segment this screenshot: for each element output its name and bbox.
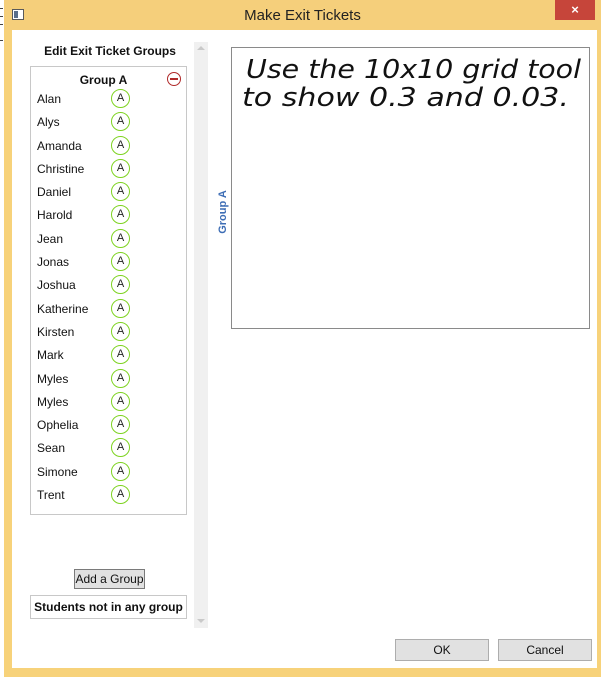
edge-tick — [0, 40, 3, 41]
student-name: Daniel — [37, 185, 72, 200]
student-row[interactable]: Amanda A — [37, 135, 177, 158]
student-row[interactable]: Myles A — [37, 391, 177, 414]
student-row[interactable]: Mark A — [37, 344, 177, 367]
student-row[interactable]: Harold A — [37, 204, 177, 227]
student-name: Amanda — [37, 138, 82, 153]
group-badge[interactable]: A — [111, 89, 130, 108]
group-badge[interactable]: A — [111, 368, 130, 388]
student-name: Myles — [37, 394, 69, 409]
student-name: Jonas — [37, 255, 70, 270]
group-badge[interactable]: A — [111, 112, 130, 132]
make-exit-tickets-window: Make Exit Tickets × Edit Exit Ticket Gro… — [4, 0, 601, 677]
student-name: Myles — [37, 371, 69, 386]
student-name: Sean — [37, 441, 66, 456]
edge-tick — [0, 8, 3, 9]
student-name: Christine — [37, 161, 85, 176]
student-name: Harold — [37, 208, 73, 223]
student-name: Katherine — [37, 301, 89, 316]
group-badge[interactable]: A — [111, 252, 130, 272]
remove-circle-icon[interactable] — [167, 72, 181, 86]
group-side-label-text: Group A — [217, 190, 229, 234]
student-name: Jean — [37, 231, 64, 246]
students-not-in-any-group[interactable]: Students not in any group — [30, 595, 187, 619]
group-badge[interactable]: A — [111, 135, 130, 155]
student-name: Kirsten — [37, 324, 75, 339]
student-row[interactable]: Kirsten A — [37, 321, 177, 344]
group-badge[interactable]: A — [111, 438, 130, 458]
group-badge[interactable]: A — [111, 275, 130, 295]
student-name: Trent — [37, 488, 65, 503]
panel-title: Edit Exit Ticket Groups — [44, 44, 176, 58]
student-row[interactable]: Joshua A — [37, 274, 177, 297]
student-row[interactable]: Sean A — [37, 437, 177, 460]
student-row[interactable]: Christine A — [37, 158, 177, 181]
student-name: Joshua — [37, 278, 76, 293]
student-row[interactable]: Trent A — [37, 484, 177, 507]
group-badge[interactable]: A — [111, 228, 130, 248]
group-badge[interactable]: A — [111, 391, 130, 411]
scroll-up-arrow-icon[interactable] — [197, 46, 205, 51]
student-name: Ophelia — [37, 418, 79, 433]
exit-ticket-canvas[interactable]: Use the 10x10 grid tool to show 0.3 and … — [231, 47, 590, 329]
group-badge[interactable]: A — [111, 298, 130, 318]
student-name: Alys — [37, 115, 60, 130]
handwriting-svg: Use the 10x10 grid tool to show 0.3 and … — [242, 55, 582, 113]
student-row[interactable]: Myles A — [37, 368, 177, 391]
student-row[interactable]: Alys A — [37, 111, 177, 134]
group-badge[interactable]: A — [111, 485, 130, 505]
student-row[interactable]: Simone A — [37, 461, 177, 484]
student-row[interactable]: Daniel A — [37, 181, 177, 204]
student-row[interactable]: Ophelia A — [37, 414, 177, 437]
student-row[interactable]: Jonas A — [37, 251, 177, 274]
group-badge[interactable]: A — [111, 158, 130, 178]
student-name: Mark — [37, 348, 64, 363]
dialog-content: Edit Exit Ticket Groups Group A Alan A Aly… — [12, 30, 597, 668]
ok-button[interactable]: OK — [395, 639, 489, 661]
group-badge[interactable]: A — [111, 182, 130, 202]
group-badge[interactable]: A — [111, 461, 130, 481]
group-badge[interactable]: A — [111, 415, 130, 435]
group-name: Group A — [79, 73, 128, 87]
vertical-scrollbar[interactable] — [194, 42, 208, 628]
edge-tick — [0, 24, 3, 25]
student-list: Alan A Alys A Amanda A Christine A Daniel A Harold… — [37, 88, 177, 507]
window-title: Make Exit Tickets — [244, 7, 361, 24]
group-badge[interactable]: A — [111, 205, 130, 225]
cancel-button[interactable]: Cancel — [498, 639, 592, 661]
group-badge[interactable]: A — [111, 321, 130, 341]
student-name: Alan — [37, 92, 62, 106]
student-row[interactable]: Alan A — [37, 88, 177, 111]
handwritten-line-2: to show 0.3 and 0.03. — [242, 83, 569, 113]
close-button[interactable]: × — [555, 0, 595, 20]
edge-tick — [0, 16, 3, 17]
add-group-button[interactable]: Add a Group — [74, 569, 145, 589]
student-name: Simone — [37, 464, 78, 479]
title-bar: Make Exit Tickets × — [4, 0, 601, 30]
student-row[interactable]: Jean A — [37, 228, 177, 251]
group-box: Group A Alan A Alys A Amanda A Christine A Danie… — [30, 66, 187, 515]
student-row[interactable]: Katherine A — [37, 298, 177, 321]
group-badge[interactable]: A — [111, 345, 130, 365]
scroll-down-arrow-icon[interactable] — [197, 619, 205, 624]
handwritten-line-1: Use the 10x10 grid tool — [246, 55, 582, 85]
